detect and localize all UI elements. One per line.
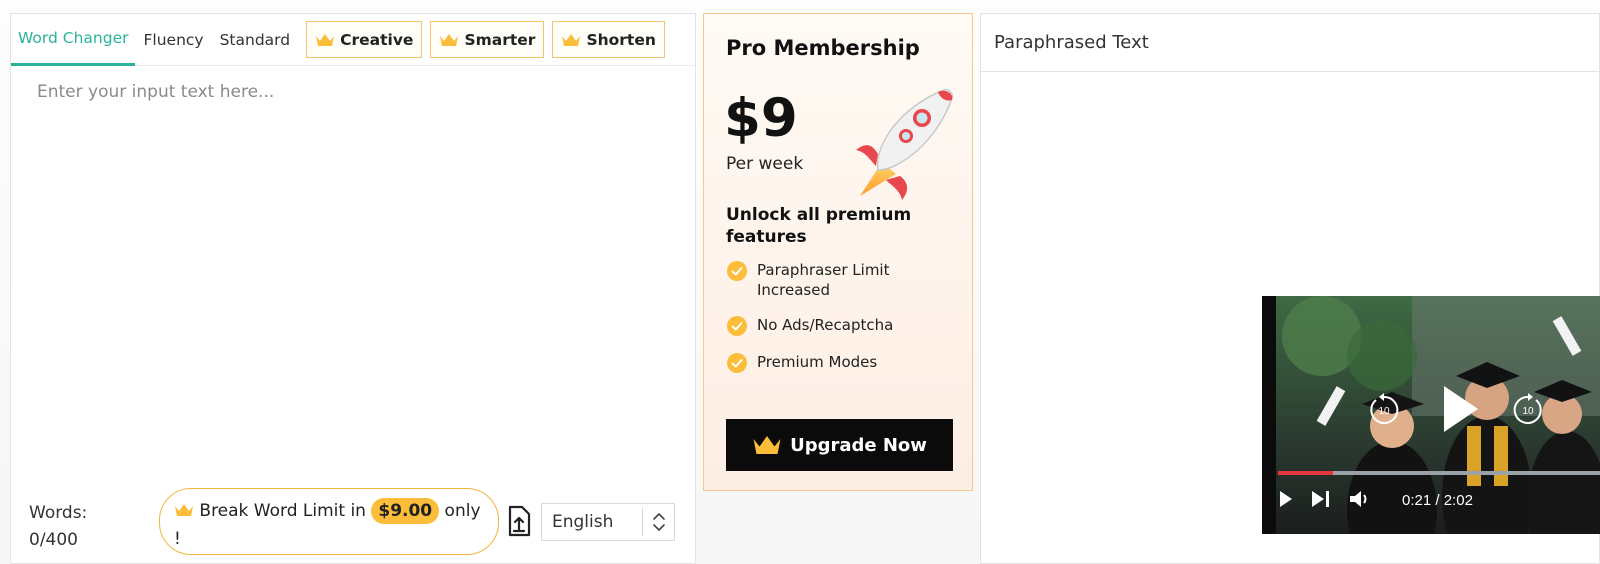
- language-value: English: [552, 512, 614, 532]
- tab-word-changer[interactable]: Word Changer: [11, 14, 136, 66]
- break-limit-prefix: Break Word Limit in: [199, 501, 366, 521]
- words-count: 0/400: [29, 530, 78, 550]
- pro-period: Per week: [726, 154, 804, 174]
- feature-item: Paraphraser Limit Increased: [726, 260, 956, 300]
- forward-10-icon[interactable]: 10: [1510, 392, 1546, 428]
- crown-icon: [440, 33, 459, 46]
- word-counter: Words: 0/400: [29, 500, 129, 554]
- words-label: Words:: [29, 503, 88, 523]
- tab-smarter[interactable]: Smarter: [430, 21, 545, 58]
- video-time-separator: /: [1435, 492, 1440, 509]
- editor-footer: Words: 0/400 Break Word Limit in $9.00 o…: [29, 488, 679, 556]
- video-duration: 2:02: [1443, 492, 1473, 509]
- select-arrows-icon: [642, 508, 674, 536]
- mode-tabs: Word Changer Fluency Standard Creative S…: [11, 14, 695, 66]
- feature-label: No Ads/Recaptcha: [757, 316, 894, 334]
- output-title: Paraphrased Text: [981, 14, 1599, 72]
- tab-creative-label: Creative: [340, 30, 414, 49]
- tab-shorten-label: Shorten: [586, 30, 656, 49]
- feature-label: Premium Modes: [757, 353, 878, 371]
- feature-item: No Ads/Recaptcha: [726, 315, 956, 337]
- check-badge-icon: [727, 353, 747, 373]
- break-limit-button[interactable]: Break Word Limit in $9.00 only !: [159, 488, 499, 555]
- crown-icon: [562, 33, 581, 46]
- feature-label: Paraphraser Limit Increased: [757, 261, 890, 299]
- input-panel: Word Changer Fluency Standard Creative S…: [10, 13, 696, 564]
- check-badge-icon: [727, 316, 747, 336]
- feature-item: Premium Modes: [726, 352, 956, 374]
- tab-standard[interactable]: Standard: [212, 14, 299, 66]
- video-time: 0:21 / 2:02: [1402, 492, 1473, 509]
- crown-icon: [175, 504, 193, 516]
- pro-title: Pro Membership: [726, 36, 920, 60]
- break-limit-price: $9.00: [371, 498, 440, 524]
- rewind-seconds: 10: [1378, 406, 1390, 417]
- app-root: Word Changer Fluency Standard Creative S…: [0, 0, 1600, 564]
- tab-shorten[interactable]: Shorten: [552, 21, 665, 58]
- feature-list: Paraphraser Limit Increased No Ads/Recap…: [726, 260, 956, 389]
- upgrade-now-button[interactable]: Upgrade Now: [726, 419, 953, 471]
- pro-unlock-heading: Unlock all premium features: [726, 205, 912, 247]
- tab-smarter-label: Smarter: [464, 30, 536, 49]
- rocket-icon: [856, 88, 954, 200]
- video-current-time: 0:21: [1402, 492, 1432, 509]
- crown-icon: [316, 33, 335, 46]
- skip-next-icon[interactable]: [1310, 489, 1332, 509]
- upload-file-icon[interactable]: [506, 505, 532, 537]
- video-progress-fill: [1278, 471, 1333, 475]
- rewind-10-icon[interactable]: 10: [1366, 392, 1402, 428]
- forward-seconds: 10: [1522, 406, 1534, 417]
- pro-membership-card: Pro Membership $9 Per week Unlock all pr…: [703, 13, 973, 491]
- language-select[interactable]: English: [541, 503, 675, 541]
- volume-icon[interactable]: [1348, 488, 1372, 510]
- break-limit-suffix: only: [444, 501, 481, 521]
- tab-fluency[interactable]: Fluency: [135, 14, 211, 66]
- pro-price: $9: [724, 88, 798, 149]
- input-textarea[interactable]: Enter your input text here...: [37, 82, 274, 102]
- upgrade-now-label: Upgrade Now: [790, 434, 927, 456]
- crown-icon: [753, 436, 781, 454]
- break-limit-trail: !: [174, 529, 181, 549]
- tab-creative[interactable]: Creative: [306, 21, 423, 58]
- video-player[interactable]: 10 10 0:21 / 2:02: [1262, 296, 1600, 534]
- play-large-icon[interactable]: [1438, 382, 1482, 436]
- check-badge-icon: [727, 261, 747, 281]
- play-icon[interactable]: [1278, 489, 1294, 509]
